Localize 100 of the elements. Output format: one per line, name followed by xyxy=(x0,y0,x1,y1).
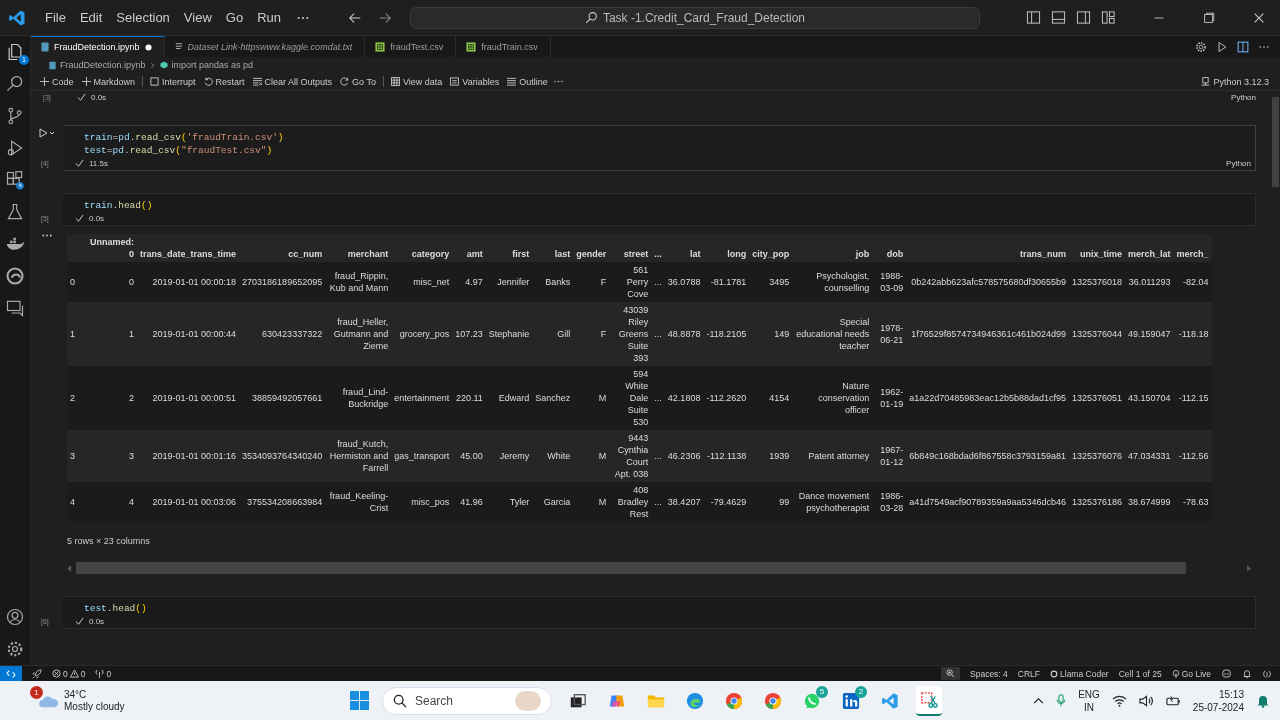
error-icon xyxy=(52,669,61,678)
forward-arrow-icon[interactable] xyxy=(378,10,392,25)
bell-icon[interactable] xyxy=(1256,693,1270,708)
status-item[interactable]: Cell 1 of 25 xyxy=(1118,668,1162,679)
settings-icon[interactable] xyxy=(5,639,25,659)
command-center[interactable]: Task -1.Credit_Card_Fraud_Detection xyxy=(410,6,980,29)
scrollbar-thumb[interactable] xyxy=(76,562,1186,574)
table-cell: F xyxy=(573,262,610,302)
toolbar-button[interactable]: Interrupt xyxy=(147,76,199,87)
table-cell: M xyxy=(573,430,610,482)
extensions-icon[interactable] xyxy=(5,170,25,190)
menu-item[interactable]: View xyxy=(176,10,219,25)
code-line: train=pd.read_csv('fraudTrain.csv') xyxy=(84,131,284,144)
table-cell: M xyxy=(573,366,610,430)
bell-icon[interactable] xyxy=(1242,668,1252,679)
editor-tab[interactable]: FraudDetection.ipynb xyxy=(31,36,165,57)
table-cell: fraud_Kutch, Hermiston and Farrell xyxy=(325,430,392,482)
table-cell: 2019-01-01 00:01:16 xyxy=(137,430,240,482)
toolbar-button[interactable]: Code xyxy=(37,76,77,87)
table-cell: -112.15 xyxy=(1173,366,1212,430)
monitor-icon xyxy=(1201,77,1211,86)
panel-layout-icon[interactable] xyxy=(1051,10,1066,25)
editor-tab[interactable]: Dataset Link-httpswww.kaggle.comdat.txt xyxy=(164,36,366,57)
microphone-icon[interactable] xyxy=(1056,693,1067,708)
table-cell: 1f76529f8574734946361c461b024d99 xyxy=(906,302,1069,366)
toolbar-button[interactable]: Markdown xyxy=(78,76,139,87)
rocket-icon[interactable] xyxy=(32,668,42,679)
toolbar-button[interactable]: Variables xyxy=(447,76,503,87)
ports-button[interactable]: 0 xyxy=(95,668,112,679)
table-cell: misc_pos xyxy=(391,482,453,522)
zoom-button[interactable] xyxy=(941,667,960,680)
table-cell: a1a22d70485983eac12b5b88dad1cf95 xyxy=(906,366,1069,430)
sidebar-layout-icon[interactable] xyxy=(1026,10,1041,25)
clock[interactable]: 15:13 25-07-2024 xyxy=(1192,687,1244,714)
language-label[interactable]: Python xyxy=(1226,159,1251,168)
toolbar-button[interactable]: Restart xyxy=(200,76,248,87)
status-item[interactable]: CRLF xyxy=(1017,668,1041,679)
table-cell: M xyxy=(573,482,610,522)
source-control-icon[interactable] xyxy=(5,106,25,126)
secondary-sidebar-icon[interactable] xyxy=(1076,10,1091,25)
menu-item[interactable]: File xyxy=(38,10,73,25)
row-index: 2 xyxy=(67,366,87,430)
status-item[interactable]: Go Live xyxy=(1171,668,1211,679)
more-icon[interactable] xyxy=(41,233,53,238)
restore-icon[interactable] xyxy=(1202,10,1216,25)
gear-icon[interactable] xyxy=(1195,40,1207,53)
table-cell: entertainment xyxy=(391,366,453,430)
speaker-icon[interactable] xyxy=(1138,694,1154,707)
problems-button[interactable]: 0 0 xyxy=(52,668,86,679)
back-arrow-icon[interactable] xyxy=(348,10,362,25)
toolbar-button[interactable]: Clear All Outputs xyxy=(249,76,336,87)
table-cell: fraud_Rippin, Kub and Mann xyxy=(325,262,392,302)
column-header: lat xyxy=(664,234,704,262)
code-line: train.head() xyxy=(84,199,153,212)
breadcrumb-item[interactable]: FraudDetection.ipynb xyxy=(60,60,146,70)
toolbar-button[interactable]: Outline xyxy=(504,76,551,87)
toolbar-button[interactable]: Go To xyxy=(337,76,379,87)
editor-tab[interactable]: fraudTrain.csv xyxy=(456,36,551,57)
run-icon[interactable] xyxy=(1216,40,1228,53)
table-cell: 49.159047 xyxy=(1125,302,1174,366)
editor-tab[interactable]: fraudTest.csv xyxy=(365,36,457,57)
status-item[interactable]: Llama Coder xyxy=(1050,668,1109,679)
run-debug-icon[interactable] xyxy=(5,138,25,158)
table-cell: fraud_Lind-Buckridge xyxy=(325,366,392,430)
table-cell: 3 xyxy=(87,430,138,482)
language-label[interactable]: Python xyxy=(1231,92,1256,102)
browser-icon[interactable] xyxy=(5,266,25,286)
input-language[interactable]: ENG IN xyxy=(1078,687,1100,714)
battery-icon[interactable] xyxy=(1165,694,1181,707)
table-cell: White xyxy=(532,430,574,482)
column-header: trans_num xyxy=(906,234,1069,262)
account-icon[interactable] xyxy=(5,607,25,627)
copilot-icon[interactable] xyxy=(1221,668,1232,679)
table-cell: Nature conservation officer xyxy=(792,366,873,430)
windows-start-icon[interactable] xyxy=(350,691,369,710)
table-cell: 1986-03-28 xyxy=(872,482,907,522)
remote-button[interactable] xyxy=(0,666,22,681)
row-index: 4 xyxy=(67,482,87,522)
scrollbar-thumb[interactable] xyxy=(1272,97,1279,187)
menu-item[interactable]: Selection xyxy=(109,10,177,25)
table-cell: ... xyxy=(651,482,665,522)
chat-icon[interactable] xyxy=(5,298,25,318)
wifi-icon[interactable] xyxy=(1111,694,1127,707)
status-item[interactable]: Spaces: 4 xyxy=(970,668,1008,679)
table-cell: Stephanie xyxy=(485,302,533,366)
flask-icon[interactable] xyxy=(5,202,25,222)
toolbar-button[interactable]: View data xyxy=(387,76,446,87)
breadcrumb-item[interactable]: import pandas as pd xyxy=(171,60,254,70)
menu-item[interactable]: Edit xyxy=(72,10,110,25)
column-header: cc_num xyxy=(239,234,326,262)
split-editor-icon[interactable] xyxy=(1237,40,1249,53)
kernel-picker[interactable]: Python 3.12.3 xyxy=(1198,76,1272,87)
chevron-up-icon[interactable] xyxy=(1033,697,1045,704)
menu-item[interactable]: Go xyxy=(218,10,251,25)
run-cell-button[interactable] xyxy=(38,128,56,138)
menu-item[interactable]: Run xyxy=(250,10,288,25)
taskbar-search[interactable]: Search xyxy=(382,686,552,715)
search-icon[interactable] xyxy=(5,74,25,94)
customize-layout-icon[interactable] xyxy=(1101,10,1116,25)
broadcast-icon[interactable] xyxy=(1262,668,1272,679)
